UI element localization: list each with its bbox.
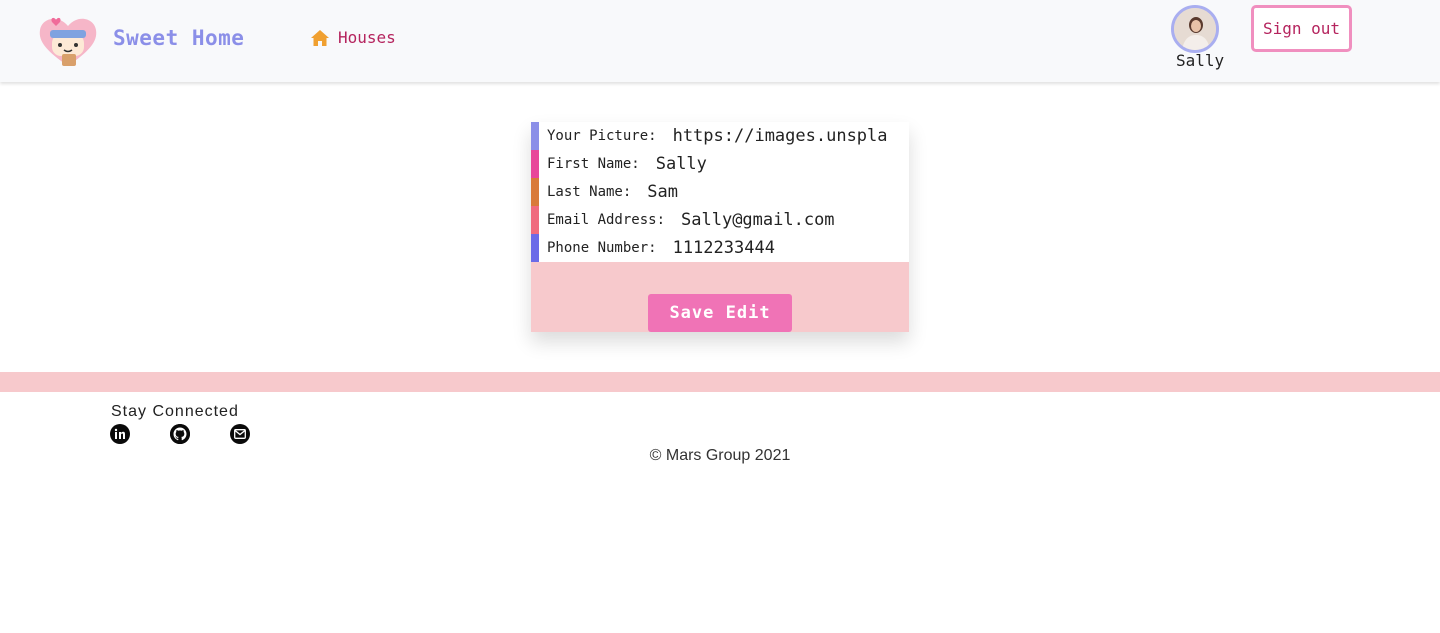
brand-name[interactable]: Sweet Home xyxy=(113,26,244,50)
copyright-text: © Mars Group 2021 xyxy=(649,447,791,464)
last-name-label: Last Name: xyxy=(547,184,632,200)
form-row-phone: Phone Number: xyxy=(531,234,909,262)
save-edit-button[interactable]: Save Edit xyxy=(648,294,792,332)
form-row-picture: Your Picture: xyxy=(531,122,909,150)
user-name: Sally xyxy=(1176,51,1225,70)
form-row-first-name: First Name: xyxy=(531,150,909,178)
user-avatar[interactable] xyxy=(1171,5,1219,53)
home-icon xyxy=(311,29,329,46)
footer-divider xyxy=(0,372,1440,392)
profile-edit-form: Your Picture: First Name: Last Name: Ema… xyxy=(531,122,909,332)
email-label: Email Address: xyxy=(547,212,666,228)
form-row-last-name: Last Name: xyxy=(531,178,909,206)
top-navbar: Sweet Home Houses Sally Sign out xyxy=(0,0,1440,82)
phone-input[interactable] xyxy=(672,238,909,258)
first-name-label: First Name: xyxy=(547,156,640,172)
nav-houses-link[interactable]: Houses xyxy=(310,28,396,47)
first-name-input[interactable] xyxy=(655,154,906,174)
github-icon[interactable] xyxy=(170,424,190,444)
nav-houses-label: Houses xyxy=(338,28,396,47)
linkedin-icon[interactable] xyxy=(110,424,130,444)
email-icon[interactable] xyxy=(230,424,250,444)
logo-icon[interactable] xyxy=(38,14,98,68)
phone-label: Phone Number: xyxy=(547,240,657,256)
last-name-input[interactable] xyxy=(647,182,898,202)
form-actions: Save Edit xyxy=(531,262,909,332)
picture-label: Your Picture: xyxy=(547,128,657,144)
sign-out-button[interactable]: Sign out xyxy=(1251,5,1352,52)
picture-url-input[interactable] xyxy=(672,126,909,146)
form-row-email: Email Address: xyxy=(531,206,909,234)
stay-connected-heading: Stay Connected xyxy=(111,403,239,420)
email-input[interactable] xyxy=(681,210,909,230)
